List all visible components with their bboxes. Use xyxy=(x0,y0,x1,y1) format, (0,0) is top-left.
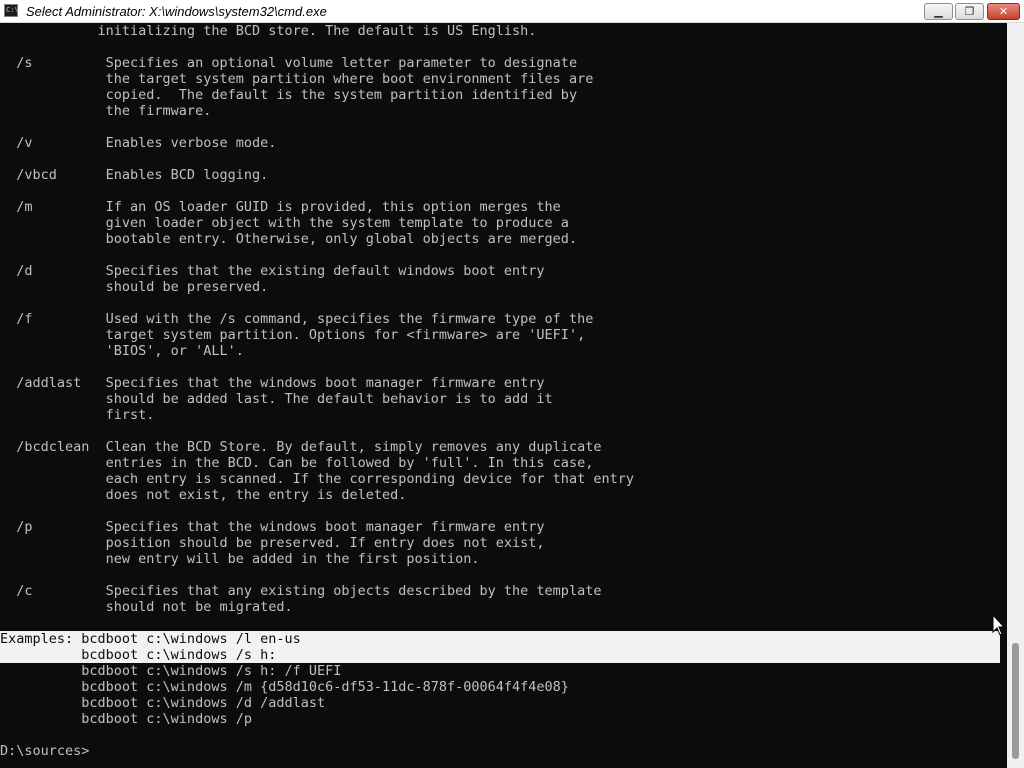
console-line: bcdboot c:\windows /p xyxy=(0,711,252,727)
cmd-app-icon[interactable]: C:\ xyxy=(4,4,19,17)
console-line: bcdboot c:\windows /s h: xyxy=(0,647,277,663)
console-line: new entry will be added in the first pos… xyxy=(0,551,480,567)
console-line: does not exist, the entry is deleted. xyxy=(0,487,407,503)
mouse-pointer-icon xyxy=(992,614,1006,636)
console-line: /f Used with the /s command, specifies t… xyxy=(0,311,594,327)
console-line: /v Enables verbose mode. xyxy=(0,135,277,151)
console-line: the firmware. xyxy=(0,103,212,119)
console-line: should not be migrated. xyxy=(0,599,293,615)
console-line: should be preserved. xyxy=(0,279,269,295)
console-line: entries in the BCD. Can be followed by '… xyxy=(0,455,594,471)
console-line: each entry is scanned. If the correspond… xyxy=(0,471,634,487)
window-title: Select Administrator: X:\windows\system3… xyxy=(26,4,327,19)
console-line: bcdboot c:\windows /d /addlast xyxy=(0,695,326,711)
console-line: /p Specifies that the windows boot manag… xyxy=(0,519,545,535)
console-output[interactable]: initializing the BCD store. The default … xyxy=(0,23,1007,768)
console-line: the target system partition where boot e… xyxy=(0,71,594,87)
scrollbar-thumb[interactable] xyxy=(1012,643,1019,759)
console-line: position should be preserved. If entry d… xyxy=(0,535,545,551)
console-line: copied. The default is the system partit… xyxy=(0,87,578,103)
console-line: bcdboot c:\windows /s h: /f UEFI xyxy=(0,663,342,679)
maximize-button[interactable]: ❐ xyxy=(955,3,984,20)
close-button[interactable]: ✕ xyxy=(987,3,1020,20)
console-line: first. xyxy=(0,407,155,423)
vertical-scrollbar[interactable] xyxy=(1007,23,1024,768)
console-line: D:\sources> xyxy=(0,743,90,759)
console-line: 'BIOS', or 'ALL'. xyxy=(0,343,244,359)
console-line: /s Specifies an optional volume letter p… xyxy=(0,55,578,71)
console-line: given loader object with the system temp… xyxy=(0,215,569,231)
console-line: target system partition. Options for <fi… xyxy=(0,327,586,343)
console-line: initializing the BCD store. The default … xyxy=(0,23,537,39)
console-line: /addlast Specifies that the windows boot… xyxy=(0,375,545,391)
console-line: Examples: bcdboot c:\windows /l en-us xyxy=(0,631,301,647)
console-line: bootable entry. Otherwise, only global o… xyxy=(0,231,578,247)
console-line: /bcdclean Clean the BCD Store. By defaul… xyxy=(0,439,602,455)
console-line: bcdboot c:\windows /m {d58d10c6-df53-11d… xyxy=(0,679,569,695)
console-line: /vbcd Enables BCD logging. xyxy=(0,167,269,183)
console-line: /m If an OS loader GUID is provided, thi… xyxy=(0,199,561,215)
minimize-button[interactable]: ▁ xyxy=(924,3,953,20)
console-line: /d Specifies that the existing default w… xyxy=(0,263,545,279)
title-bar[interactable]: C:\ Select Administrator: X:\windows\sys… xyxy=(0,0,1024,23)
console-line: should be added last. The default behavi… xyxy=(0,391,553,407)
console-line: /c Specifies that any existing objects d… xyxy=(0,583,602,599)
